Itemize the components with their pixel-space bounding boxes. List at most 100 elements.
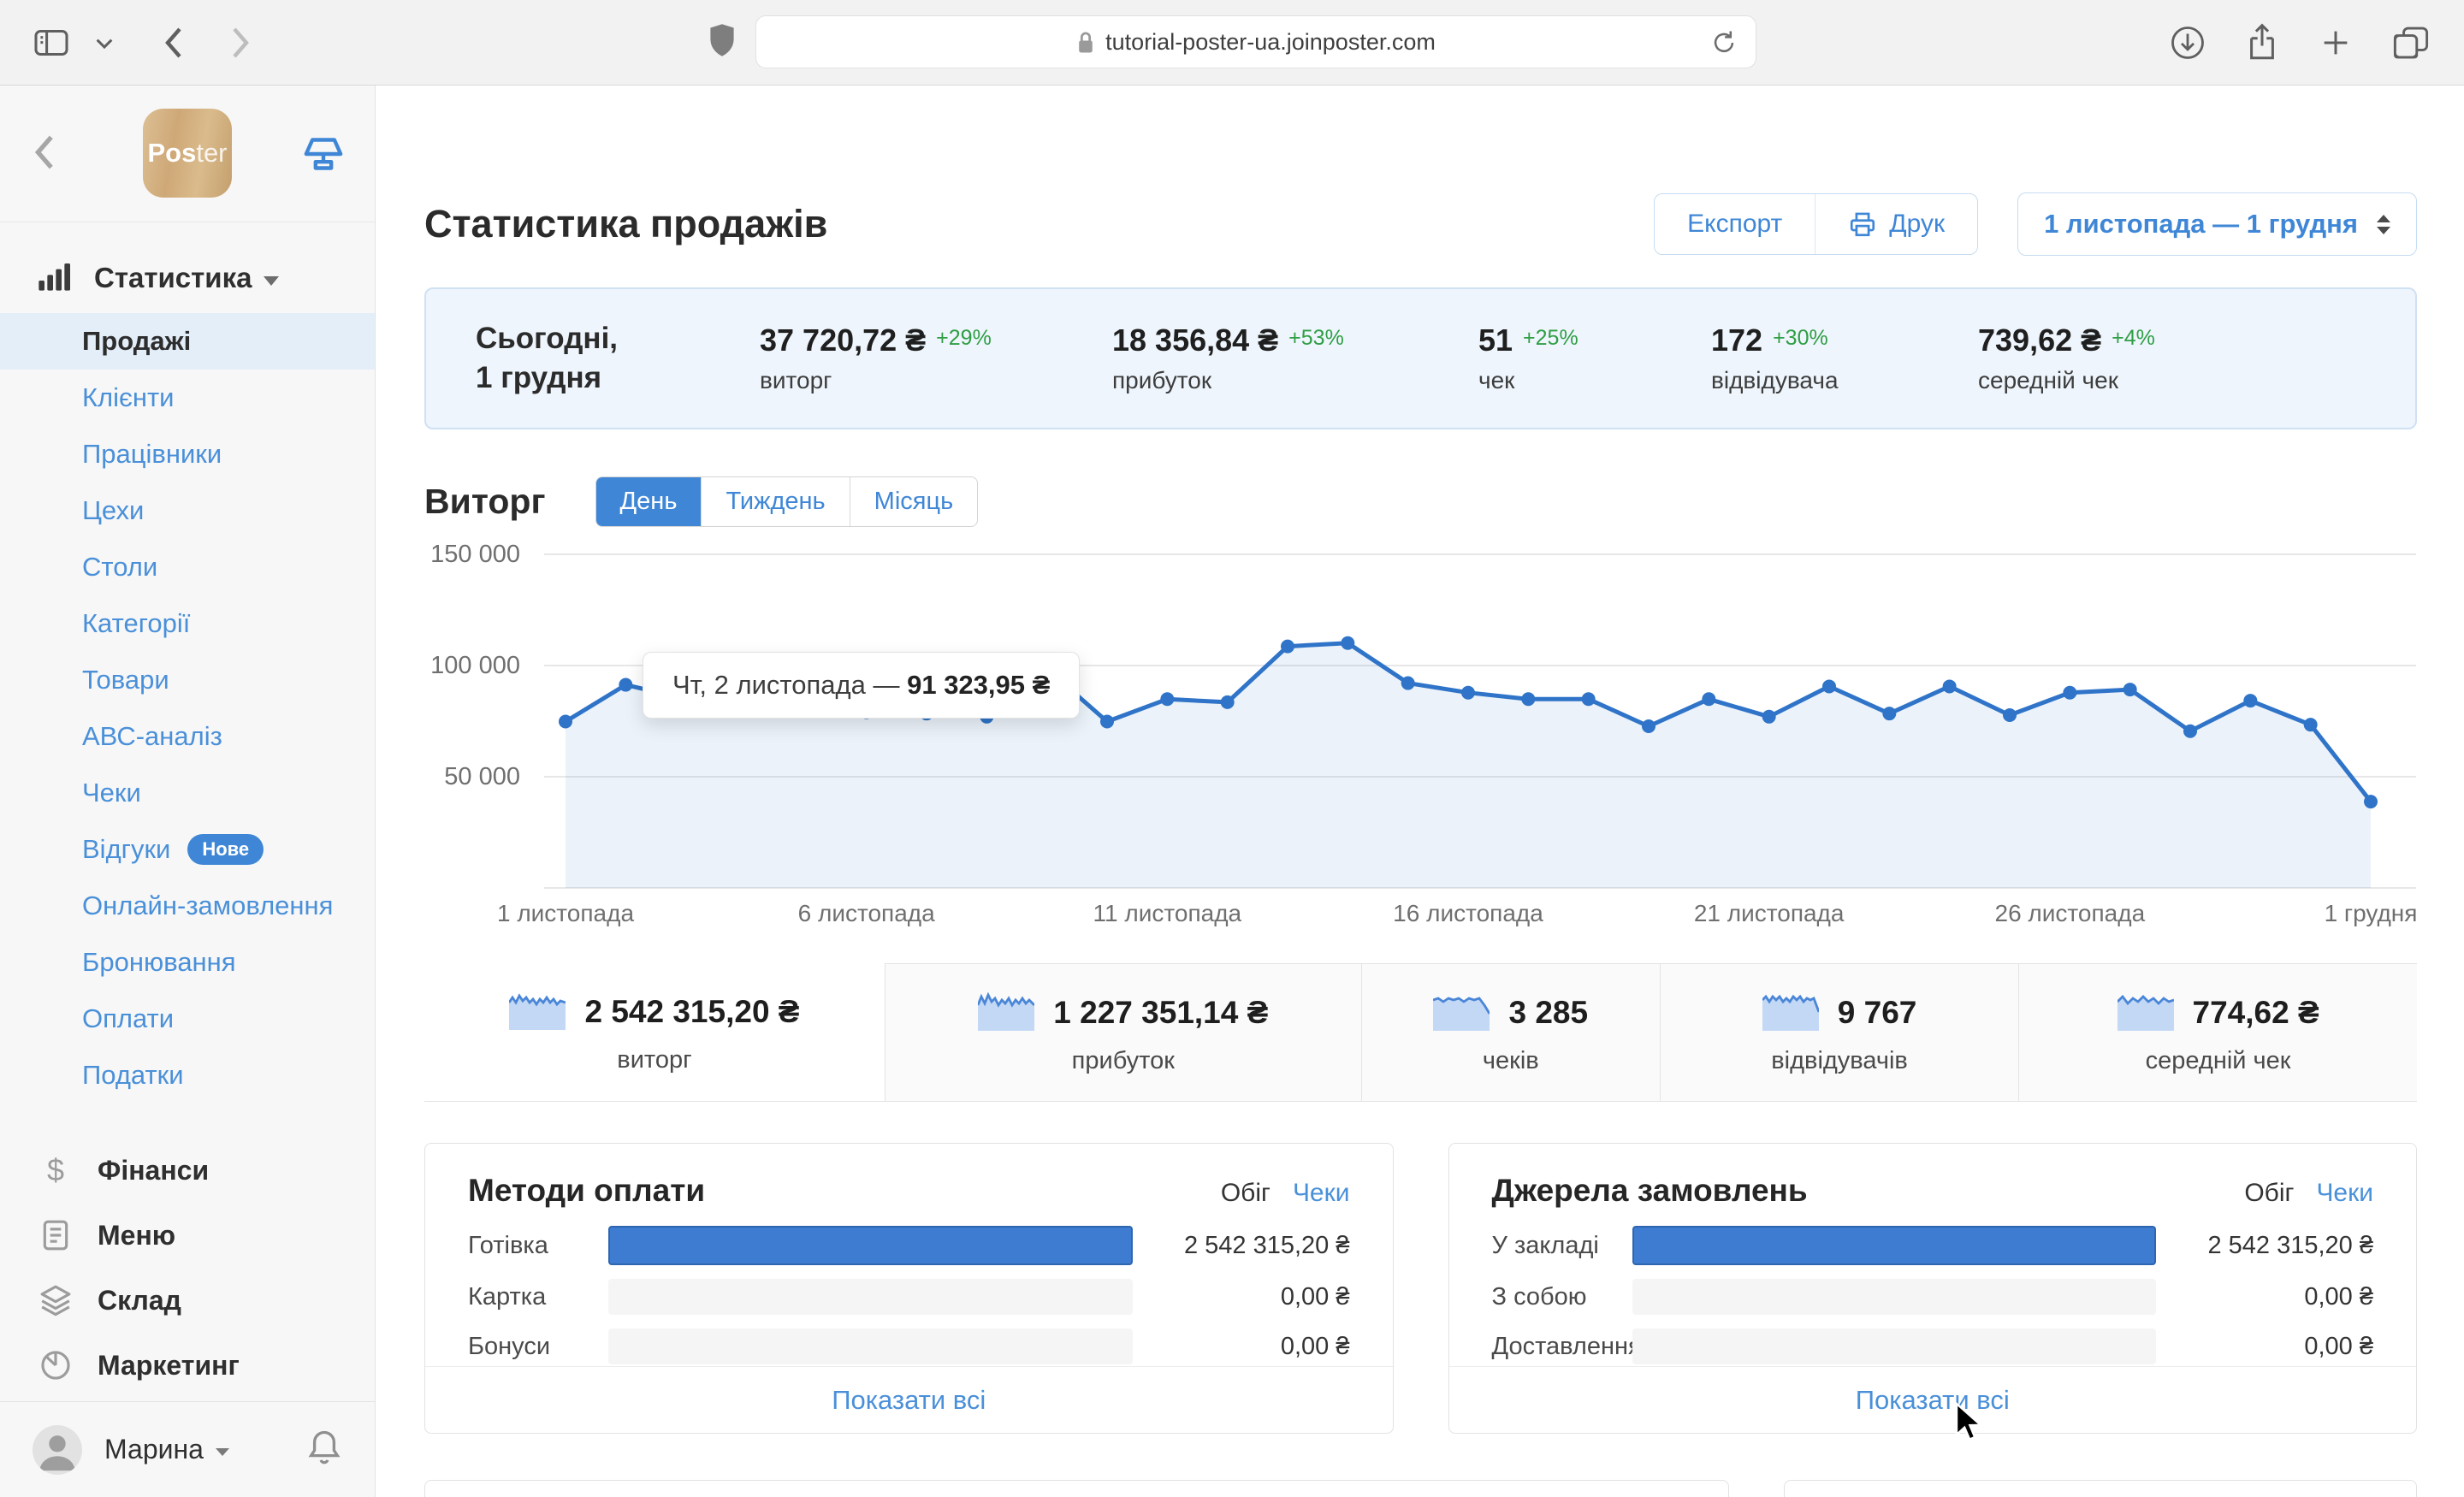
- chart-point[interactable]: [1762, 709, 1776, 724]
- toggle-receipts[interactable]: Чеки: [1293, 1179, 1350, 1208]
- bar: [1632, 1279, 2156, 1315]
- sidebar-item-payments[interactable]: Оплати: [0, 991, 375, 1047]
- chevron-down-icon: [215, 1448, 229, 1456]
- back-button[interactable]: [161, 26, 185, 60]
- chart-point[interactable]: [1220, 695, 1235, 709]
- total-cell-profit[interactable]: 1 227 351,14 ₴ прибуток: [884, 963, 1361, 1101]
- sidebar-group-statistics[interactable]: Статистика: [0, 251, 375, 305]
- toggle-receipts[interactable]: Чеки: [2316, 1179, 2373, 1208]
- y-axis-label: 100 000: [430, 652, 520, 679]
- chart-point[interactable]: [2123, 683, 2137, 697]
- sidebar-group-label: Статистика: [94, 262, 252, 293]
- address-bar[interactable]: tutorial-poster-ua.joinposter.com: [755, 15, 1756, 68]
- chart-point[interactable]: [2303, 718, 2318, 732]
- print-button[interactable]: Друк: [1815, 194, 1977, 254]
- chart-point[interactable]: [559, 714, 572, 729]
- date-range-select[interactable]: 1 листопада — 1 грудня: [2017, 192, 2417, 256]
- chart-point[interactable]: [1521, 692, 1536, 707]
- sidebar-chevron-down-icon[interactable]: [96, 37, 113, 49]
- sidebar-section-marketing[interactable]: Маркетинг: [0, 1333, 375, 1398]
- total-cell-visitors[interactable]: 9 767 відвідувачів: [1659, 963, 2019, 1101]
- chart-point[interactable]: [1341, 636, 1355, 650]
- x-axis-label: 1 грудня: [2324, 900, 2418, 926]
- collapse-sidebar-icon[interactable]: [31, 133, 56, 175]
- main-content: Статистика продажів Експорт Друк 1 листо…: [376, 86, 2464, 1497]
- sidebar-item-sales[interactable]: Продажі: [0, 313, 375, 370]
- sidebar-item-taxes[interactable]: Податки: [0, 1047, 375, 1104]
- tab-day[interactable]: День: [595, 476, 702, 526]
- total-cell-avg-receipt[interactable]: 774,62 ₴ середній чек: [2018, 963, 2417, 1101]
- user-bar: Марина: [0, 1401, 375, 1497]
- chart-point[interactable]: [2003, 707, 2017, 722]
- by-time-panel: За часом: [424, 1480, 1729, 1497]
- total-cell-revenue[interactable]: 2 542 315,20 ₴ виторг: [424, 963, 885, 1101]
- sidebar-item-products[interactable]: Товари: [0, 652, 375, 708]
- sidebar-section-finance[interactable]: $ Фінанси: [0, 1138, 375, 1203]
- sidebar-item-workshops[interactable]: Цехи: [0, 482, 375, 539]
- tab-overview-icon[interactable]: [2392, 25, 2430, 61]
- sidebar-toggle-icon[interactable]: [33, 27, 70, 58]
- delta-badge: +4%: [2112, 326, 2155, 350]
- chart-point[interactable]: [1822, 679, 1836, 694]
- chart-point[interactable]: [1281, 639, 1294, 654]
- sidebar-item-clients[interactable]: Клієнти: [0, 370, 375, 426]
- terminal-icon[interactable]: [303, 135, 344, 177]
- total-cell-receipts[interactable]: 3 285 чеків: [1360, 963, 1660, 1101]
- toggle-turnover[interactable]: Обіг: [2244, 1179, 2294, 1208]
- privacy-shield-icon[interactable]: [708, 22, 737, 62]
- avatar[interactable]: [33, 1424, 82, 1475]
- sidebar-item-receipts[interactable]: Чеки: [0, 765, 375, 821]
- chart-point[interactable]: [2063, 685, 2077, 700]
- sidebar-item-label: Чеки: [82, 778, 141, 808]
- chart-tooltip: Чт, 2 листопада — 91 323,95 ₴: [643, 652, 1081, 719]
- chart-point[interactable]: [1642, 719, 1656, 733]
- sidebar-item-abc-analysis[interactable]: АВС-аналіз: [0, 708, 375, 765]
- sidebar-section-label: Меню: [98, 1219, 176, 1251]
- sidebar-section-label: Маркетинг: [98, 1349, 240, 1381]
- sidebar-item-online-orders[interactable]: Онлайн-замовлення: [0, 878, 375, 934]
- sidebar-item-reviews[interactable]: Відгуки Нове: [0, 821, 375, 878]
- tab-month[interactable]: Місяць: [849, 476, 978, 526]
- forward-button[interactable]: [229, 26, 253, 60]
- toggle-turnover[interactable]: Обіг: [1221, 1179, 1270, 1208]
- sidebar: Pos ter Статистика Продажі Клієнти Праців…: [0, 86, 376, 1497]
- tab-week[interactable]: Тиждень: [701, 476, 849, 526]
- chart-point[interactable]: [2183, 724, 2197, 738]
- sidebar-item-employees[interactable]: Працівники: [0, 426, 375, 482]
- revenue-chart[interactable]: 50 000 100 000 150 000 Чт, 2 листопада — 9…: [424, 541, 2418, 939]
- chart-point[interactable]: [619, 677, 633, 692]
- sidebar-section-menu[interactable]: Меню: [0, 1203, 375, 1268]
- reload-icon[interactable]: [1709, 28, 1738, 63]
- chart-point[interactable]: [2364, 795, 2378, 809]
- new-tab-icon[interactable]: [2319, 26, 2353, 60]
- sidebar-item-reservations[interactable]: Бронювання: [0, 934, 375, 991]
- chart-point[interactable]: [2243, 694, 2258, 708]
- show-all-link[interactable]: Показати всі: [1448, 1366, 2416, 1433]
- chart-canvas[interactable]: [544, 544, 2416, 895]
- chart-point[interactable]: [1461, 685, 1475, 700]
- chart-point[interactable]: [1581, 692, 1596, 707]
- sparkline-icon: [2116, 990, 2174, 1035]
- poster-logo[interactable]: Pos ter: [143, 109, 232, 198]
- notifications-bell-icon[interactable]: [306, 1428, 342, 1471]
- sidebar-item-categories[interactable]: Категорії: [0, 595, 375, 652]
- x-axis-label: 1 листопада: [496, 900, 635, 926]
- chart-point[interactable]: [1401, 676, 1415, 690]
- chart-point[interactable]: [1942, 679, 1957, 694]
- today-title: Сьогодні, 1 грудня: [476, 321, 619, 394]
- today-stat-receipts: 51 +25% чек: [1478, 322, 1578, 393]
- export-button[interactable]: Експорт: [1655, 194, 1815, 254]
- chart-point[interactable]: [1882, 707, 1897, 721]
- delta-badge: +25%: [1523, 326, 1578, 350]
- bar: [608, 1279, 1133, 1315]
- show-all-link[interactable]: Показати всі: [425, 1366, 1393, 1433]
- lock-icon: [1076, 30, 1095, 54]
- chart-point[interactable]: [1702, 692, 1716, 707]
- share-icon[interactable]: [2245, 23, 2279, 62]
- sidebar-section-inventory[interactable]: Склад: [0, 1268, 375, 1333]
- user-name[interactable]: Марина: [104, 1434, 204, 1465]
- chart-point[interactable]: [1160, 692, 1175, 707]
- downloads-icon[interactable]: [2170, 25, 2206, 61]
- chart-point[interactable]: [1100, 714, 1114, 729]
- sidebar-item-tables[interactable]: Столи: [0, 539, 375, 595]
